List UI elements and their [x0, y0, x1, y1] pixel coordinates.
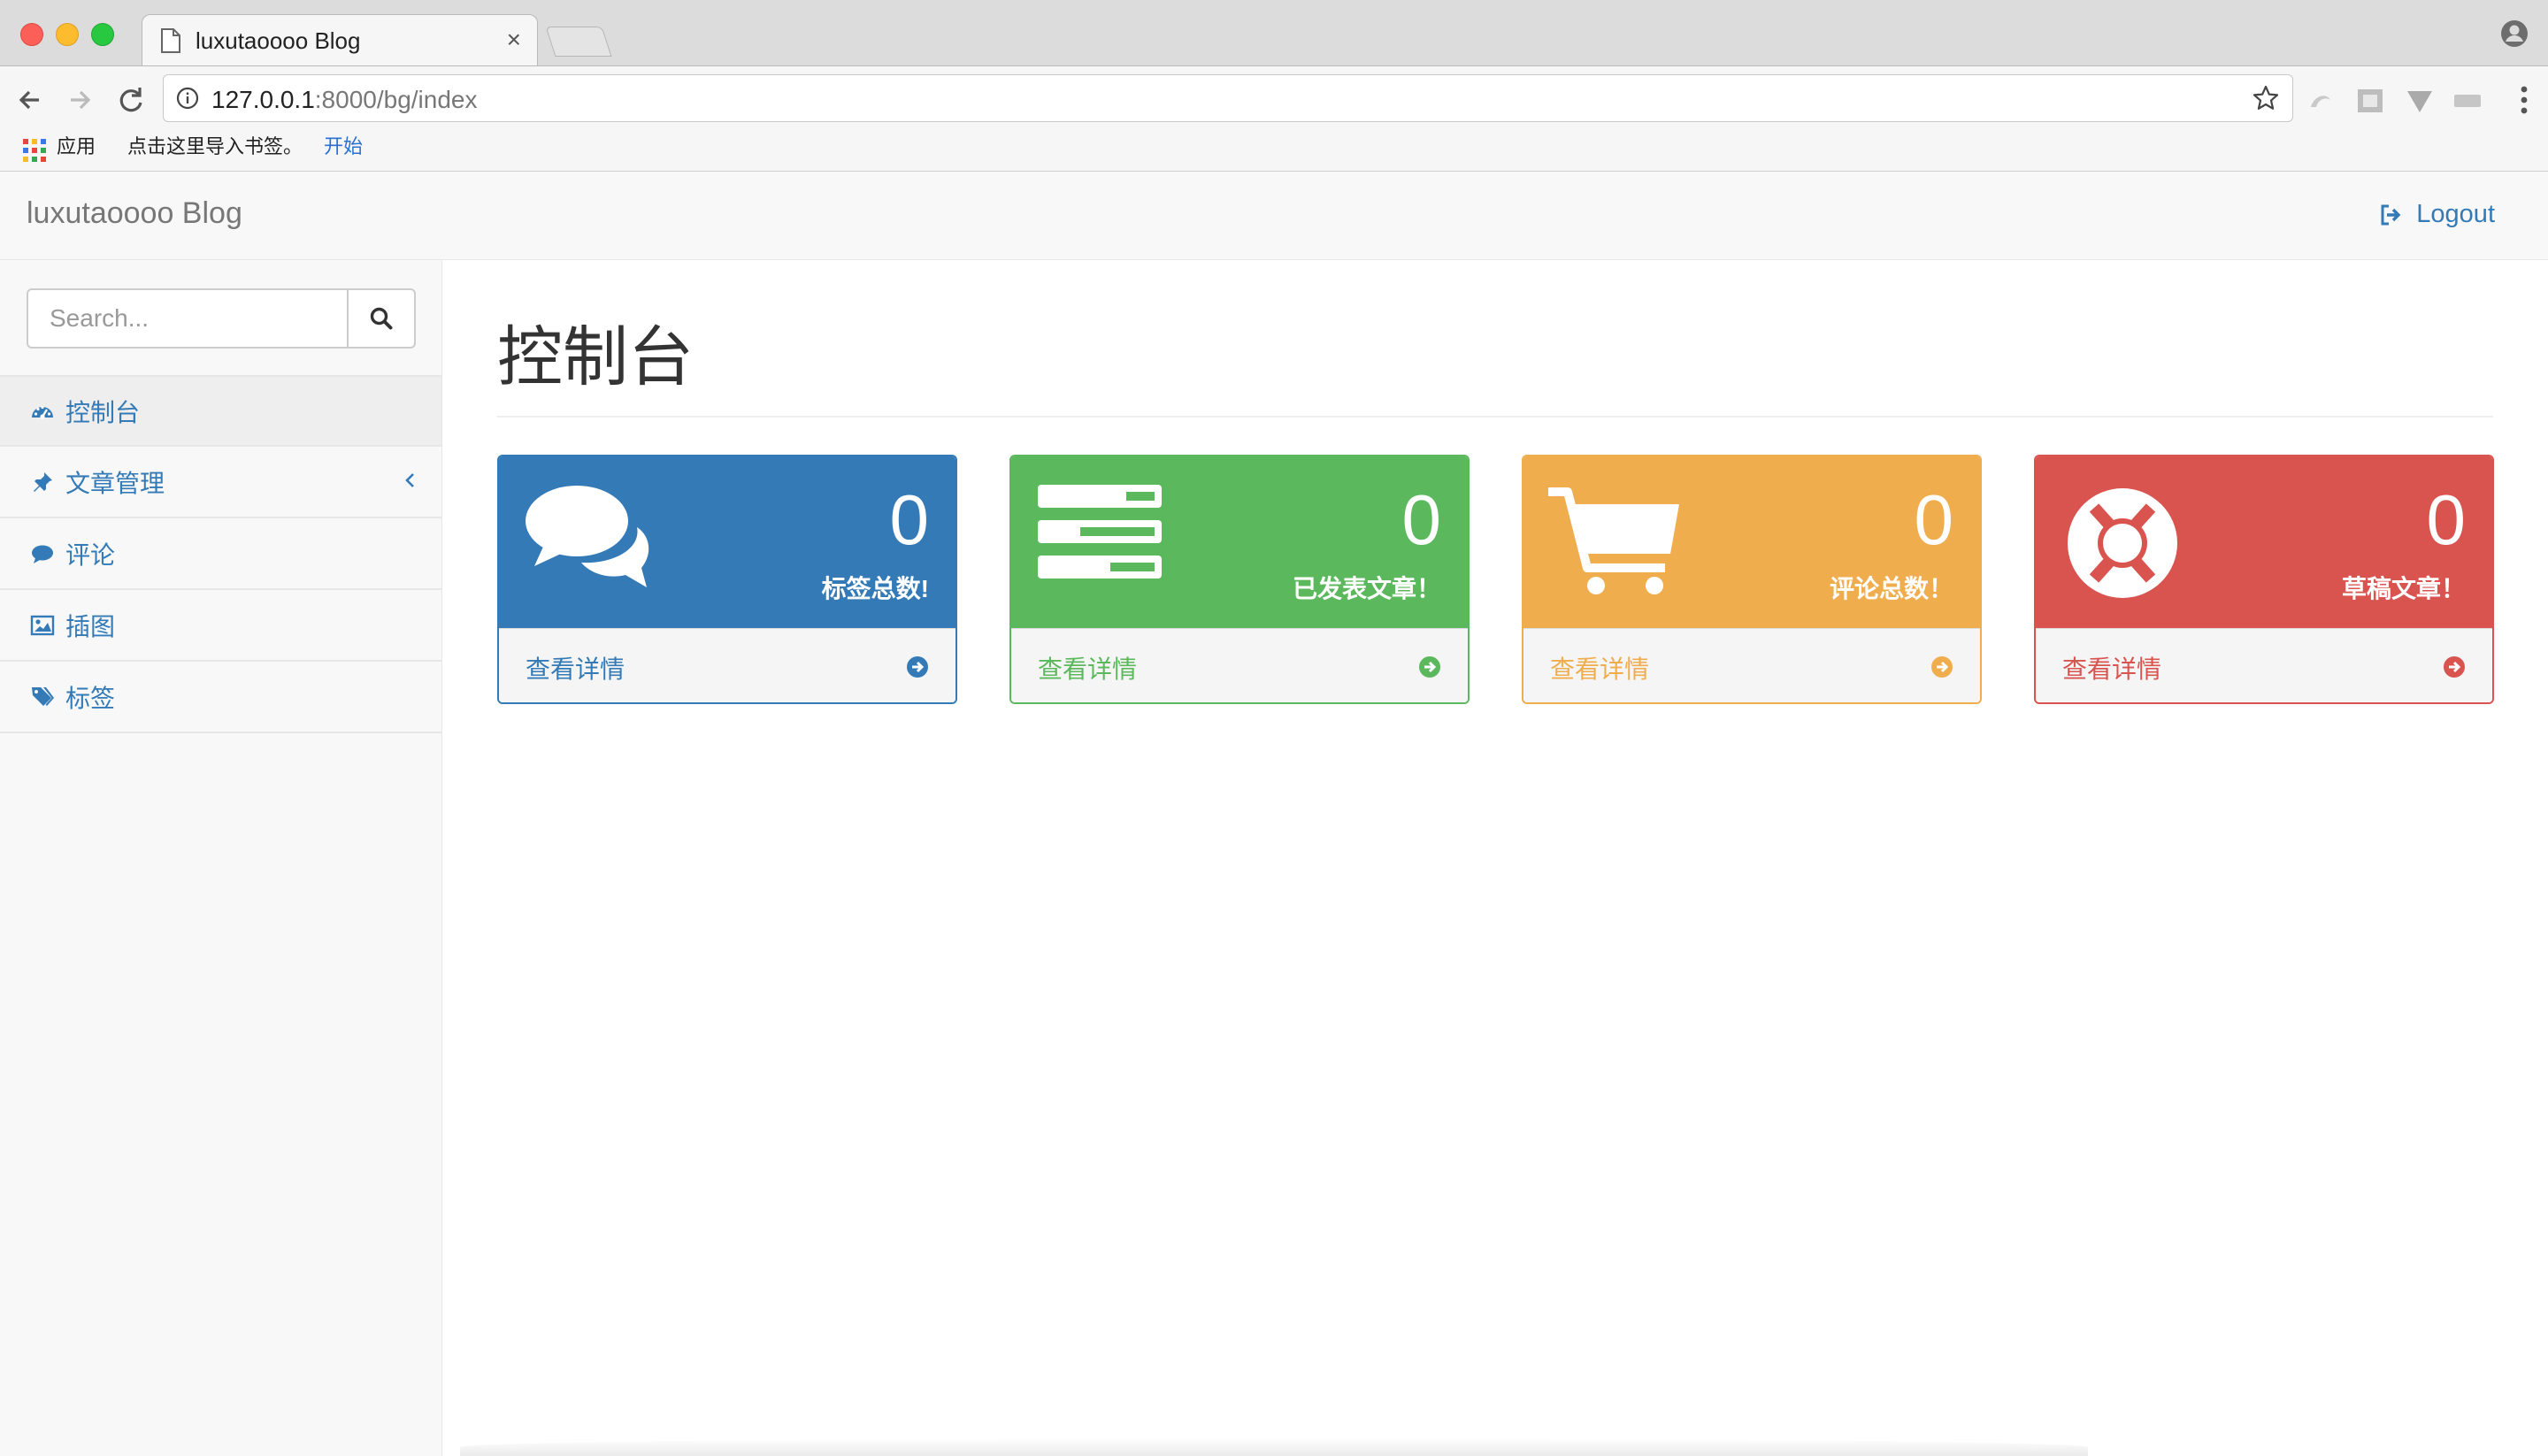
- panel-caption: 草稿文章！: [2341, 575, 2466, 602]
- tasks-icon: [1038, 485, 1162, 579]
- bookmark-star-icon[interactable]: [2252, 84, 2280, 112]
- zoom-window-button[interactable]: [91, 23, 114, 46]
- extension-xml-icon[interactable]: [2452, 88, 2483, 114]
- image-icon: [30, 615, 55, 635]
- search-button[interactable]: [347, 288, 416, 349]
- tags-icon: [32, 686, 54, 706]
- view-details-label: 查看详情: [1038, 655, 1138, 683]
- url-host: 127.0.0.1: [211, 86, 315, 113]
- arrow-circle-right-icon: [1419, 656, 1440, 678]
- bookmark-start-link[interactable]: 开始: [324, 134, 363, 160]
- profile-icon[interactable]: [2500, 19, 2529, 48]
- search-input[interactable]: [27, 288, 349, 349]
- sidebar: 控制台 文章管理 评论 插图: [0, 260, 442, 1456]
- panel-heading: 0 标签总数!: [499, 456, 956, 628]
- back-arrow-icon: [19, 90, 39, 110]
- minimize-window-button[interactable]: [56, 23, 79, 46]
- arrow-circle-right-icon: [1931, 656, 1953, 678]
- scroll-shadow: [460, 1438, 2088, 1456]
- back-button[interactable]: [12, 82, 48, 118]
- panel-count: 0: [1401, 480, 1442, 559]
- stat-panel-published: 0 已发表文章！ 查看详情: [1009, 455, 1470, 704]
- pin-icon: [34, 471, 52, 492]
- panel-caption: 已发表文章！: [1292, 575, 1441, 602]
- logout-link[interactable]: Logout: [2379, 200, 2495, 229]
- view-details-link[interactable]: 查看详情: [499, 628, 956, 702]
- sidebar-item-images[interactable]: 插图: [0, 590, 441, 662]
- sidebar-item-dashboard[interactable]: 控制台: [0, 375, 441, 447]
- extension-rss-icon[interactable]: [2355, 88, 2385, 114]
- sidebar-item-label: 插图: [65, 612, 116, 640]
- page-icon: [161, 28, 180, 53]
- panel-count: 0: [889, 480, 930, 559]
- browser-menu-icon[interactable]: [2520, 84, 2529, 116]
- new-tab-button[interactable]: [545, 27, 612, 57]
- top-navbar: luxutaoooo Blog Logout: [0, 172, 2548, 260]
- arrow-circle-right-icon: [2444, 656, 2465, 678]
- sidebar-item-tags[interactable]: 标签: [0, 662, 441, 733]
- extension-swirl-icon[interactable]: [2306, 88, 2336, 114]
- browser-tab-strip: luxutaoooo Blog ×: [0, 0, 2548, 66]
- panel-count: 0: [1914, 480, 1954, 559]
- reload-icon: [119, 88, 142, 112]
- sidebar-item-label: 评论: [65, 540, 116, 569]
- tab-title: luxutaoooo Blog: [196, 27, 361, 54]
- view-details-link[interactable]: 查看详情: [1011, 628, 1468, 702]
- panel-heading: 0 草稿文章！: [2036, 456, 2492, 628]
- sign-out-icon: [2381, 204, 2401, 225]
- chevron-left-icon[interactable]: [403, 470, 417, 491]
- logout-label: Logout: [2416, 200, 2495, 228]
- close-window-button[interactable]: [20, 23, 43, 46]
- arrow-circle-right-icon: [907, 656, 928, 678]
- bookmark-import-link[interactable]: 点击这里导入书签。: [127, 134, 303, 160]
- panel-count: 0: [2426, 480, 2467, 559]
- view-details-label: 查看详情: [1550, 655, 1650, 683]
- reload-button[interactable]: [113, 82, 149, 118]
- page-header: 控制台: [497, 313, 2493, 418]
- panel-heading: 0 已发表文章！: [1011, 456, 1468, 628]
- extension-v-icon[interactable]: [2405, 88, 2435, 114]
- search-group: [27, 288, 416, 349]
- stat-panel-tags: 0 标签总数! 查看详情: [497, 455, 957, 704]
- view-details-label: 查看详情: [2062, 655, 2162, 683]
- view-details-link[interactable]: 查看详情: [2036, 628, 2492, 702]
- bookmarks-bar: 应用 点击这里导入书签。 开始: [0, 134, 2548, 172]
- search-icon: [370, 307, 393, 330]
- browser-tab[interactable]: luxutaoooo Blog ×: [142, 14, 538, 65]
- bookmark-apps-link[interactable]: 应用: [57, 134, 96, 160]
- view-details-link[interactable]: 查看详情: [1523, 628, 1980, 702]
- stat-panel-comments: 0 评论总数！ 查看详情: [1522, 455, 1982, 704]
- panel-heading: 0 评论总数！: [1523, 456, 1980, 628]
- panel-caption: 评论总数！: [1829, 575, 1953, 602]
- browser-toolbar: 127.0.0.1:8000/bg/index: [0, 66, 2548, 134]
- sidebar-item-articles[interactable]: 文章管理: [0, 447, 441, 518]
- sidebar-item-label: 标签: [65, 684, 116, 712]
- sidebar-item-label: 文章管理: [65, 469, 165, 497]
- brand-link[interactable]: luxutaoooo Blog: [27, 196, 242, 231]
- forward-button[interactable]: [62, 82, 97, 118]
- info-icon[interactable]: [176, 87, 199, 110]
- forward-arrow-icon: [71, 90, 91, 110]
- apps-grid-icon[interactable]: [23, 139, 46, 162]
- stat-panel-drafts: 0 草稿文章！ 查看详情: [2034, 455, 2494, 704]
- sidebar-menu: 控制台 文章管理 评论 插图 标签: [0, 375, 441, 733]
- view-details-label: 查看详情: [526, 655, 625, 683]
- shopping-cart-icon: [1548, 487, 1679, 594]
- url-path: :8000/bg/index: [314, 86, 478, 113]
- comment-icon: [32, 545, 53, 563]
- sidebar-item-label: 控制台: [65, 398, 141, 426]
- page-title: 控制台: [497, 319, 694, 395]
- sidebar-item-comments[interactable]: 评论: [0, 518, 441, 590]
- panel-caption: 标签总数!: [821, 575, 929, 602]
- url-text: 127.0.0.1:8000/bg/index: [211, 86, 478, 114]
- tab-close-icon[interactable]: ×: [507, 26, 521, 54]
- life-ring-icon: [2068, 488, 2177, 598]
- address-bar[interactable]: 127.0.0.1:8000/bg/index: [163, 74, 2293, 122]
- dashboard-icon: [32, 405, 53, 419]
- comments-icon: [526, 486, 649, 587]
